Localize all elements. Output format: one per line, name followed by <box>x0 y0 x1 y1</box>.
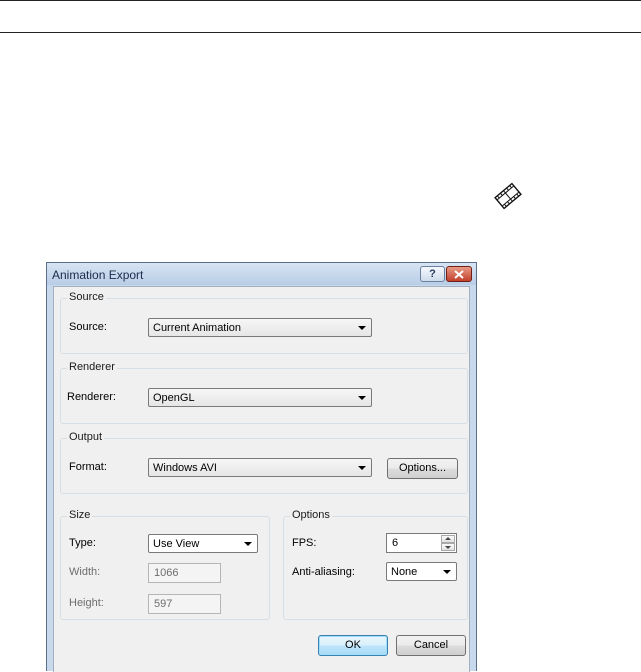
chevron-down-icon <box>443 570 451 574</box>
source-group: Source Source: Current Animation <box>60 291 468 354</box>
options-group: Options FPS: 6 Anti-aliasing: None <box>283 509 468 620</box>
height-label: Height: <box>69 597 104 609</box>
format-dropdown[interactable]: Windows AVI <box>148 458 372 477</box>
height-field[interactable]: 597 <box>148 594 221 614</box>
anti-aliasing-label: Anti-aliasing: <box>292 566 355 578</box>
source-dropdown-value: Current Animation <box>153 322 242 334</box>
anti-aliasing-dropdown[interactable]: None <box>386 562 457 581</box>
fps-value: 6 <box>392 537 399 549</box>
top-divider <box>0 0 641 1</box>
fps-spinbox[interactable]: 6 <box>386 533 457 553</box>
renderer-dropdown[interactable]: OpenGL <box>148 388 372 407</box>
options-button[interactable]: Options... <box>387 458 458 479</box>
format-dropdown-value: Windows AVI <box>153 462 217 474</box>
anti-aliasing-value: None <box>391 566 418 578</box>
type-label: Type: <box>69 537 96 549</box>
size-group: Size Type: Use View Width: 1066 Height: … <box>60 509 270 620</box>
spin-down-icon[interactable] <box>441 543 455 551</box>
close-icon <box>454 269 464 279</box>
chevron-down-icon <box>358 326 366 330</box>
header-divider <box>0 32 641 33</box>
chevron-down-icon <box>244 542 252 546</box>
format-label: Format: <box>69 461 107 473</box>
fps-label: FPS: <box>292 537 317 549</box>
dialog-client-area: Source Source: Current Animation Rendere… <box>53 286 470 672</box>
source-label: Source: <box>69 321 107 333</box>
animation-export-dialog: Animation Export ? Source Source: Curren… <box>46 262 477 672</box>
spin-up-icon[interactable] <box>441 535 455 543</box>
renderer-group: Renderer Renderer: OpenGL <box>60 361 468 424</box>
cancel-button[interactable]: Cancel <box>396 635 466 656</box>
chevron-down-icon <box>358 466 366 470</box>
renderer-label: Renderer: <box>67 391 116 403</box>
height-value: 597 <box>154 598 173 610</box>
close-button[interactable] <box>446 266 472 282</box>
width-field[interactable]: 1066 <box>148 563 221 583</box>
film-strip-icon <box>494 182 522 210</box>
source-group-title: Source <box>67 291 106 303</box>
renderer-dropdown-value: OpenGL <box>153 392 195 404</box>
dialog-title: Animation Export <box>52 268 144 282</box>
width-value: 1066 <box>154 567 179 579</box>
chevron-down-icon <box>358 396 366 400</box>
help-button[interactable]: ? <box>420 266 445 282</box>
source-dropdown[interactable]: Current Animation <box>148 318 372 337</box>
title-bar[interactable]: Animation Export ? <box>47 263 476 285</box>
size-type-value: Use View <box>153 538 200 550</box>
output-group: Output Format: Windows AVI Options... <box>60 431 468 494</box>
width-label: Width: <box>69 566 101 578</box>
size-type-dropdown[interactable]: Use View <box>148 534 258 553</box>
renderer-group-title: Renderer <box>67 361 117 373</box>
options-group-title: Options <box>290 509 332 521</box>
ok-button[interactable]: OK <box>318 635 388 656</box>
size-group-title: Size <box>67 509 93 521</box>
output-group-title: Output <box>67 431 105 443</box>
